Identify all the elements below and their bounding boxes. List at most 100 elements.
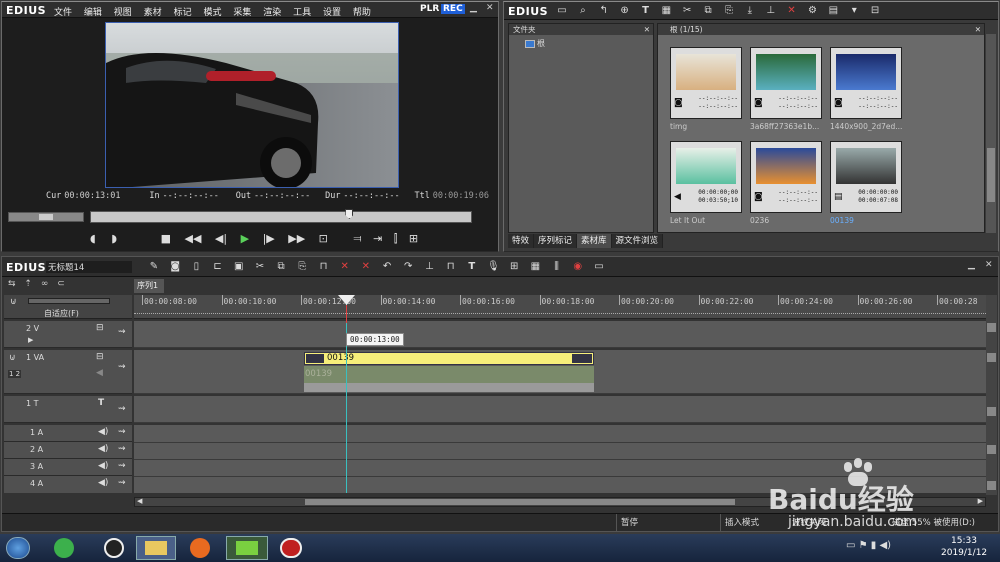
open-project-icon[interactable]: ⊏ [212, 261, 224, 273]
taskbar-app-edius[interactable] [226, 536, 268, 560]
loop-icon[interactable]: ⊡ [319, 232, 328, 245]
tab-source-browser[interactable]: 源文件浏览 [611, 234, 664, 248]
track-header-v2[interactable]: 2 V ⊟ ▶ ⇝ [4, 321, 132, 348]
menu-clip[interactable]: 素材 [144, 8, 162, 18]
new-project-icon[interactable]: ▯ [190, 261, 202, 273]
timeline-minimize-icon[interactable]: ▁ [968, 260, 975, 270]
trim-icon[interactable]: ⊥ [765, 5, 777, 17]
fast-forward-icon[interactable]: ▶▶ [288, 232, 305, 245]
save-project-icon[interactable]: ▣ [233, 261, 245, 273]
redo-icon[interactable]: ↷ [402, 261, 414, 273]
track-va1-link-icon[interactable]: ⊍ [9, 353, 16, 363]
clip-card[interactable]: ◀ 00:00:00;00 00:03:50;10 [670, 141, 742, 213]
track-a4-sync-icon[interactable]: ⇝ [118, 478, 126, 488]
undo-icon[interactable]: ↶ [381, 261, 393, 273]
overwrite-icon[interactable]: ⇥ [373, 232, 382, 245]
track-t1-title-icon[interactable]: T [98, 398, 104, 408]
track-row-va1[interactable]: 00139 00139 [134, 350, 986, 394]
replace-icon[interactable]: ⫿ [394, 232, 398, 245]
taskbar-app-ie[interactable] [54, 538, 74, 558]
grid-icon[interactable]: ▦ [529, 261, 541, 273]
tab-sequence-markers[interactable]: 序列标记 [534, 234, 578, 248]
track-a2-speaker-icon[interactable]: ◀) [98, 444, 108, 454]
menu-file[interactable]: 文件 [54, 8, 72, 18]
rewind-icon[interactable]: ◀◀ [185, 232, 202, 245]
add-clip-icon[interactable]: ⊕ [619, 5, 631, 17]
clock-date[interactable]: 2019/1/12 [941, 548, 987, 558]
menu-capture[interactable]: 采集 [233, 8, 251, 18]
sequence-tab[interactable]: 序列1 [134, 279, 164, 293]
window-layout-icon[interactable]: ▭ [593, 261, 605, 273]
menu-help[interactable]: 帮助 [353, 8, 371, 18]
menu-tools[interactable]: 工具 [293, 8, 311, 18]
track-tool-1-icon[interactable]: ⇆ [8, 279, 16, 289]
export-icon[interactable]: ⊞ [409, 232, 418, 245]
add-to-timeline-icon[interactable]: ⤓ [744, 5, 756, 17]
menu-view[interactable]: 视图 [114, 8, 132, 18]
replace-clip-icon[interactable]: ⊓ [318, 261, 330, 273]
title-icon[interactable]: T [640, 5, 652, 17]
color-bar-icon[interactable]: ▦ [660, 5, 672, 17]
tab-effects[interactable]: 特效 [508, 234, 535, 248]
taskbar-app-explorer[interactable] [136, 536, 176, 560]
timeline-playhead[interactable] [338, 295, 355, 493]
set-out-icon[interactable]: ◗ [111, 232, 117, 245]
cut-icon[interactable]: ✂ [681, 5, 693, 17]
menu-edit[interactable]: 编辑 [84, 8, 102, 18]
cut-icon[interactable]: ✂ [254, 261, 266, 273]
settings-icon[interactable]: ▾ [848, 5, 860, 17]
sync-icon[interactable]: ◉ [572, 261, 584, 273]
track-a1-sync-icon[interactable]: ⇝ [118, 427, 126, 437]
close-icon[interactable]: ✕ [486, 3, 494, 13]
track-v2-sync-icon[interactable]: ⇝ [118, 327, 126, 337]
new-sequence-icon[interactable]: ✎ [148, 261, 160, 273]
track-row-v2[interactable] [134, 321, 986, 348]
track-a4-speaker-icon[interactable]: ◀) [98, 478, 108, 488]
render-icon[interactable]: ⊞ [508, 261, 520, 273]
hscroll-thumb[interactable] [305, 499, 735, 505]
track-header-a2[interactable]: 2 A ◀) ⇝ [4, 442, 132, 459]
menu-marker[interactable]: 标记 [174, 8, 192, 18]
step-back-icon[interactable]: ◀| [215, 232, 227, 245]
up-icon[interactable]: ↰ [598, 5, 610, 17]
clip-card[interactable]: ▤ 00:00:00:00 00:00:07:08 [830, 141, 902, 213]
set-in-icon[interactable]: ◖ [90, 232, 96, 245]
hscroll-left-icon[interactable]: ◀ [137, 497, 142, 505]
track-va1-video-icon[interactable]: ⊟ [96, 352, 104, 362]
clip-card[interactable]: ◙ --:--:--:-- --:--:--:-- [750, 141, 822, 213]
title-icon[interactable]: T [466, 261, 478, 273]
track-a2-sync-icon[interactable]: ⇝ [118, 444, 126, 454]
snapshot-icon[interactable]: ◙ [169, 261, 181, 273]
lock-icon[interactable]: ⊍ [10, 297, 17, 307]
timeline-clip-video[interactable]: 00139 [304, 352, 594, 365]
copy-icon[interactable]: ⧉ [275, 261, 287, 273]
track-v2-video-icon[interactable]: ⊟ [96, 323, 104, 333]
tab-asset-bin[interactable]: 素材库 [577, 234, 612, 248]
timeline-clip-audio[interactable]: 00139 [304, 366, 594, 383]
view-icon[interactable]: ▤ [827, 5, 839, 17]
track-row-t1[interactable] [134, 396, 986, 423]
zoom-slider[interactable] [28, 298, 110, 304]
bin-scrollbar[interactable] [986, 34, 996, 233]
mixer-icon[interactable]: ⫼ [551, 261, 563, 273]
timeline-close-icon[interactable]: ✕ [985, 260, 993, 270]
taskbar-app-firefox[interactable] [190, 538, 210, 558]
paste-icon[interactable]: ⎘ [723, 5, 735, 17]
step-forward-icon[interactable]: |▶ [263, 232, 275, 245]
folder-icon[interactable]: ▭ [556, 5, 568, 17]
split-icon[interactable]: ⊓ [445, 261, 457, 273]
folder-root[interactable]: 根 [525, 38, 545, 49]
clips-panel-close-icon[interactable]: ✕ [975, 24, 981, 35]
track-a1-speaker-icon[interactable]: ◀) [98, 427, 108, 437]
plr-button[interactable]: PLR [420, 4, 439, 14]
marker-icon[interactable]: ⊥ [423, 261, 435, 273]
mic-icon[interactable]: 🎙 [487, 261, 500, 273]
menu-settings[interactable]: 设置 [323, 8, 341, 18]
track-a3-sync-icon[interactable]: ⇝ [118, 461, 126, 471]
rec-button[interactable]: REC [441, 4, 465, 14]
menu-render[interactable]: 渲染 [263, 8, 281, 18]
track-va1-audio-icon[interactable]: ◀ [96, 368, 103, 378]
position-knob[interactable] [345, 209, 354, 219]
track-t1-sync-icon[interactable]: ⇝ [118, 404, 126, 414]
shuttle-slider[interactable] [8, 212, 84, 222]
